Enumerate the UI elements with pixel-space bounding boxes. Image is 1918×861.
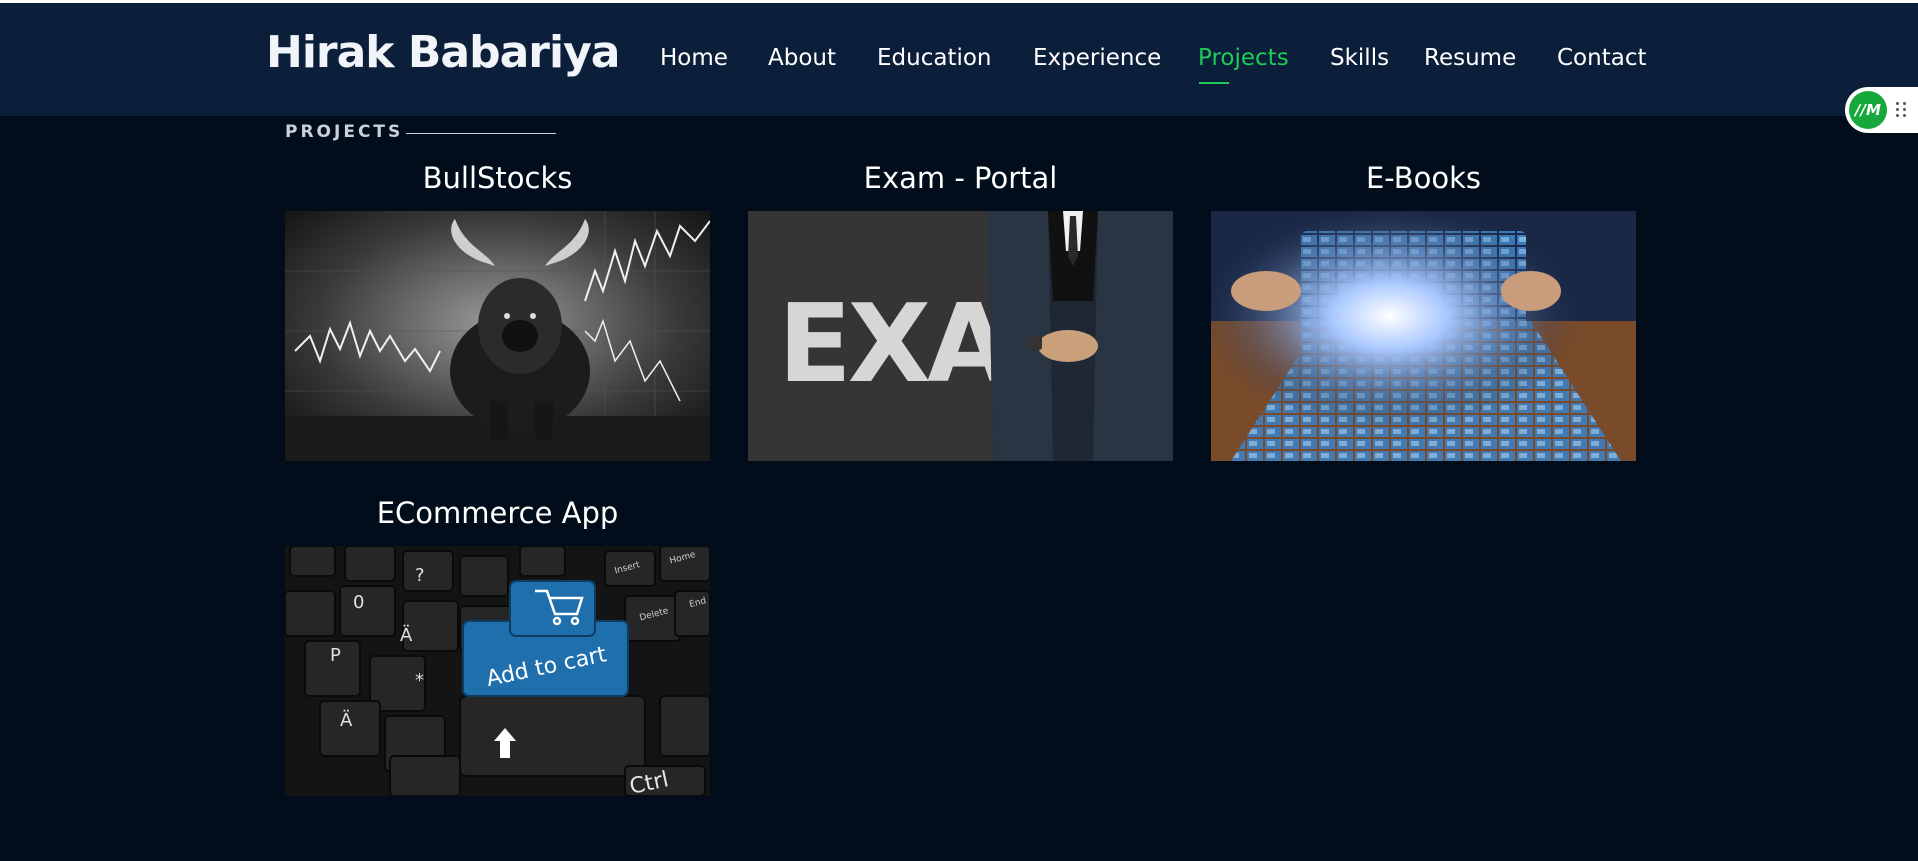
nav-education[interactable]: Education [877,45,992,71]
nav-projects[interactable]: Projects [1198,45,1289,71]
nav-about[interactable]: About [768,45,836,71]
svg-text:*: * [415,670,424,691]
nav-skills[interactable]: Skills [1330,45,1389,71]
svg-text:?: ? [415,565,425,586]
project-card-bullstocks[interactable]: BullStocks [285,161,710,461]
project-title[interactable]: BullStocks [285,161,710,211]
project-title[interactable]: ECommerce App [285,496,710,546]
nav-home[interactable]: Home [660,45,728,71]
svg-text:P: P [330,645,341,666]
brand-logo-text[interactable]: Hirak Babariya [266,27,620,78]
extension-widget[interactable]: //M [1845,87,1918,133]
nav-contact[interactable]: Contact [1557,45,1646,71]
keyboard-add-to-cart-image[interactable]: Add to cart Ctrl Insert Home Delete End … [285,546,710,796]
grip-dots-icon[interactable] [1896,102,1908,118]
svg-text:Ä: Ä [340,710,353,731]
project-card-ecommerce-app[interactable]: ECommerce App Add to cart Ctrl Insert Ho… [285,496,710,796]
project-title[interactable]: Exam - Portal [748,161,1173,211]
project-card-e-books[interactable]: E-Books [1211,161,1636,461]
section-label-divider [406,133,556,134]
nav-experience[interactable]: Experience [1033,45,1161,71]
tablet-media-grid-image[interactable] [1211,211,1636,461]
site-header: Hirak Babariya Home About Education Expe… [0,3,1918,116]
section-label: PROJECTS [285,122,404,142]
nav-resume[interactable]: Resume [1424,45,1516,71]
project-card-exam-portal[interactable]: Exam - Portal EXAM [748,161,1173,461]
nav-active-underline [1199,82,1229,84]
svg-text:Ä: Ä [400,625,413,646]
svg-text:0: 0 [353,592,364,613]
project-title[interactable]: E-Books [1211,161,1636,211]
bull-stock-market-image[interactable] [285,211,710,461]
exam-chalkboard-businessman-image[interactable]: EXAM [748,211,1173,461]
extension-logo-icon[interactable]: //M [1849,91,1887,129]
